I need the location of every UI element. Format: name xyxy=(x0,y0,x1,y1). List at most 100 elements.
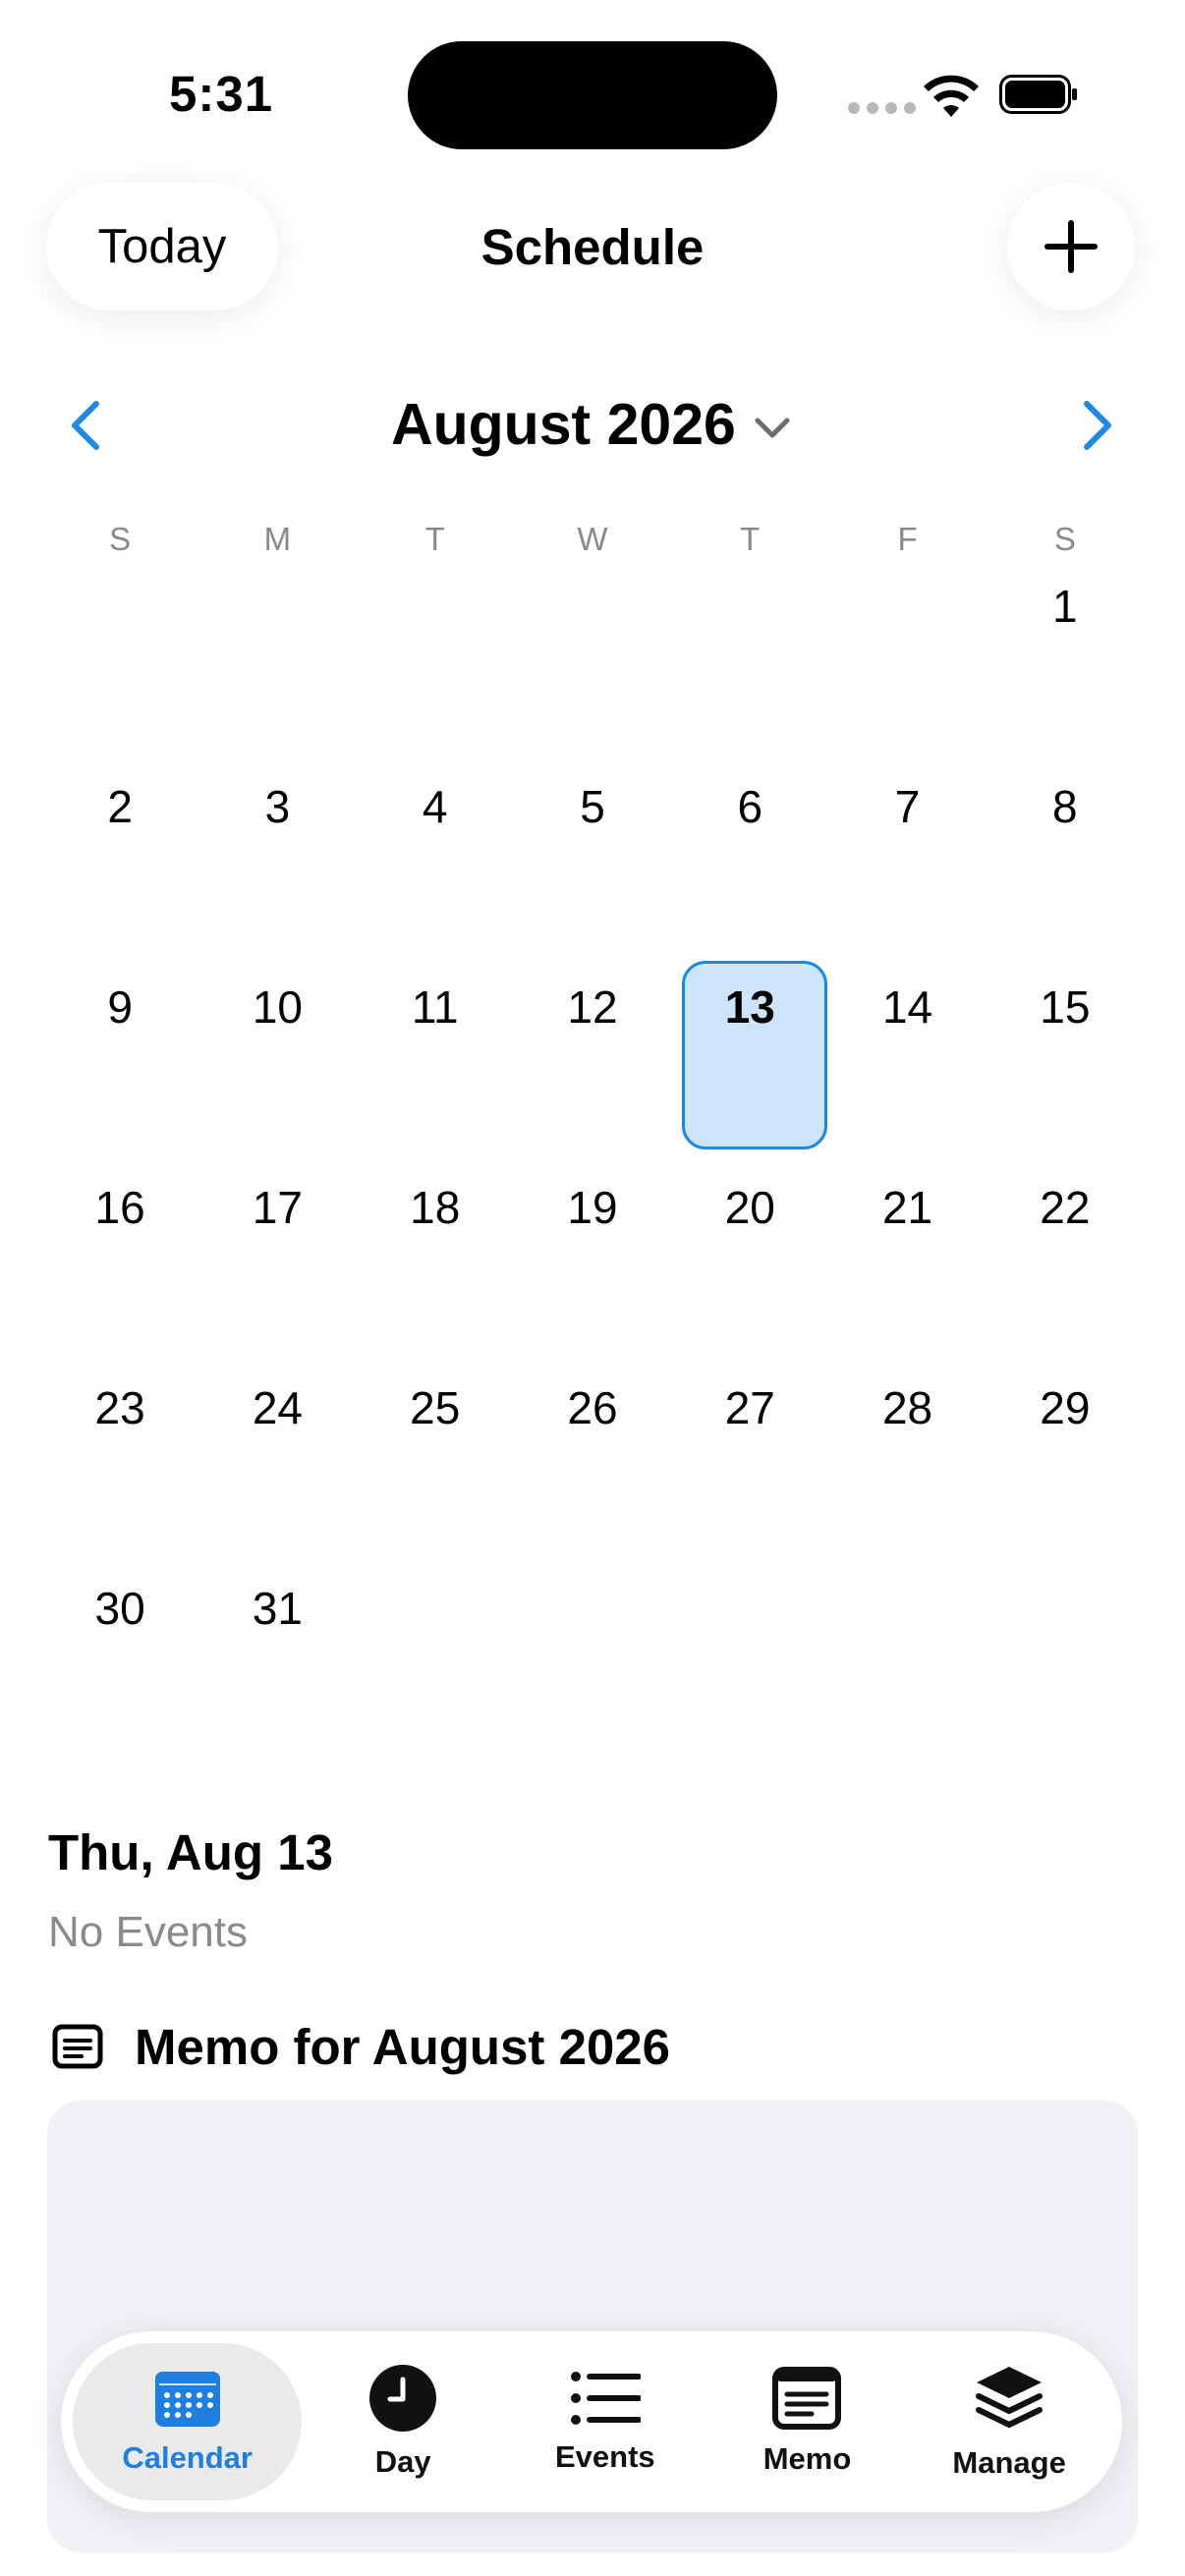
empty-cell xyxy=(357,570,514,770)
tab-memo[interactable]: Memo xyxy=(706,2343,909,2500)
day-number: 4 xyxy=(422,781,448,832)
tab-events[interactable]: Events xyxy=(504,2343,706,2500)
day-cell[interactable]: 31 xyxy=(198,1572,356,1772)
day-number: 21 xyxy=(881,1182,933,1233)
day-cell[interactable]: 21 xyxy=(828,1171,986,1372)
day-cell[interactable]: 24 xyxy=(198,1372,356,1572)
tab-label: Memo xyxy=(762,2441,852,2476)
day-number: 24 xyxy=(252,1382,303,1433)
day-number: 19 xyxy=(567,1182,618,1233)
day-cell[interactable]: 19 xyxy=(514,1171,671,1372)
day-cell[interactable]: 9 xyxy=(41,971,198,1171)
day-cell[interactable]: 30 xyxy=(41,1572,198,1772)
tab-calendar[interactable]: Calendar xyxy=(73,2343,303,2500)
day-cell[interactable]: 16 xyxy=(41,1171,198,1372)
day-number: 15 xyxy=(1040,981,1091,1033)
empty-cell xyxy=(198,570,356,770)
day-number: 29 xyxy=(1040,1382,1091,1433)
day-number: 25 xyxy=(410,1382,461,1433)
day-number: 30 xyxy=(94,1583,145,1634)
day-cell[interactable]: 3 xyxy=(198,770,356,971)
add-button[interactable] xyxy=(1007,183,1135,310)
weekday-label: S xyxy=(1053,521,1076,557)
memo-icon xyxy=(772,2367,842,2430)
empty-cell xyxy=(828,570,986,770)
day-cell[interactable]: 4 xyxy=(357,770,514,971)
empty-cell xyxy=(671,1572,828,1772)
day-number: 31 xyxy=(252,1583,303,1634)
battery-icon xyxy=(999,75,1077,114)
day-number: 9 xyxy=(107,981,133,1033)
day-cell[interactable]: 11 xyxy=(357,971,514,1171)
weekday-label: T xyxy=(740,521,761,557)
chevron-down-icon xyxy=(755,418,790,438)
calendar-grid: 1 2 3 4 5 6 7 8 9 10 11 12 13 14 15 16 17 18 19 20 21 22 23 24 2… xyxy=(41,570,1144,1772)
tab-day[interactable]: Day xyxy=(302,2343,504,2500)
day-number: 23 xyxy=(94,1382,145,1433)
empty-cell xyxy=(357,1572,514,1772)
day-cell[interactable]: 15 xyxy=(987,971,1144,1171)
day-cell[interactable]: 28 xyxy=(828,1372,986,1572)
day-cell[interactable]: 6 xyxy=(671,770,828,971)
selected-date-label: Thu, Aug 13 xyxy=(48,1824,333,1880)
day-cell[interactable]: 5 xyxy=(514,770,671,971)
day-number: 22 xyxy=(1040,1182,1091,1233)
day-cell[interactable]: 18 xyxy=(357,1171,514,1372)
day-cell[interactable]: 7 xyxy=(828,770,986,971)
calendar-icon xyxy=(154,2372,220,2427)
wifi-icon xyxy=(924,75,979,117)
day-number: 27 xyxy=(724,1382,775,1433)
day-number: 12 xyxy=(567,981,618,1033)
weekday-label: W xyxy=(577,521,608,557)
day-cell[interactable]: 10 xyxy=(198,971,356,1171)
dynamic-island xyxy=(408,41,777,149)
day-number: 20 xyxy=(724,1182,775,1233)
day-cell[interactable]: 12 xyxy=(514,971,671,1171)
previous-month-chevron-icon[interactable] xyxy=(65,398,108,453)
day-number: 28 xyxy=(881,1382,933,1433)
month-picker[interactable]: August 2026 xyxy=(391,391,791,458)
day-cell[interactable]: 22 xyxy=(987,1171,1144,1372)
day-number: 18 xyxy=(410,1182,461,1233)
day-number: 3 xyxy=(264,781,291,832)
day-cell-selected[interactable]: 13 xyxy=(671,961,828,1171)
weekday-label: F xyxy=(897,521,918,557)
empty-cell xyxy=(514,570,671,770)
tab-label: Day xyxy=(374,2444,431,2479)
day-cell[interactable]: 2 xyxy=(41,770,198,971)
day-number: 14 xyxy=(881,981,933,1033)
day-cell[interactable]: 26 xyxy=(514,1372,671,1572)
next-month-chevron-icon[interactable] xyxy=(1075,398,1118,453)
day-number: 13 xyxy=(724,981,775,1033)
tab-bar: Calendar Day Events Memo Manage xyxy=(61,2331,1122,2512)
memo-icon xyxy=(52,2024,103,2069)
empty-cell xyxy=(987,1572,1144,1772)
list-icon xyxy=(570,2372,641,2425)
day-cell[interactable]: 20 xyxy=(671,1171,828,1372)
tab-label: Manage xyxy=(952,2445,1066,2480)
weekday-label: M xyxy=(263,521,292,557)
day-number: 6 xyxy=(737,781,763,832)
status-time: 5:31 xyxy=(169,66,274,122)
day-cell[interactable]: 1 xyxy=(987,570,1144,770)
day-cell[interactable]: 23 xyxy=(41,1372,198,1572)
weekday-label: T xyxy=(424,521,445,557)
day-cell[interactable]: 17 xyxy=(198,1171,356,1372)
empty-cell xyxy=(41,570,198,770)
day-cell[interactable]: 8 xyxy=(987,770,1144,971)
tab-label: Events xyxy=(554,2439,655,2474)
day-number: 5 xyxy=(580,781,605,832)
day-cell[interactable]: 29 xyxy=(987,1372,1144,1572)
day-number: 10 xyxy=(252,981,303,1033)
day-cell[interactable]: 25 xyxy=(357,1372,514,1572)
day-number: 8 xyxy=(1052,781,1078,832)
day-number: 16 xyxy=(94,1182,145,1233)
day-cell[interactable]: 14 xyxy=(828,971,986,1171)
day-number: 7 xyxy=(894,781,921,832)
day-number: 11 xyxy=(411,981,459,1033)
tab-manage[interactable]: Manage xyxy=(908,2343,1110,2500)
clock-icon xyxy=(369,2365,437,2432)
empty-cell xyxy=(671,570,828,770)
day-cell[interactable]: 27 xyxy=(671,1372,828,1572)
plus-icon xyxy=(1044,220,1098,273)
